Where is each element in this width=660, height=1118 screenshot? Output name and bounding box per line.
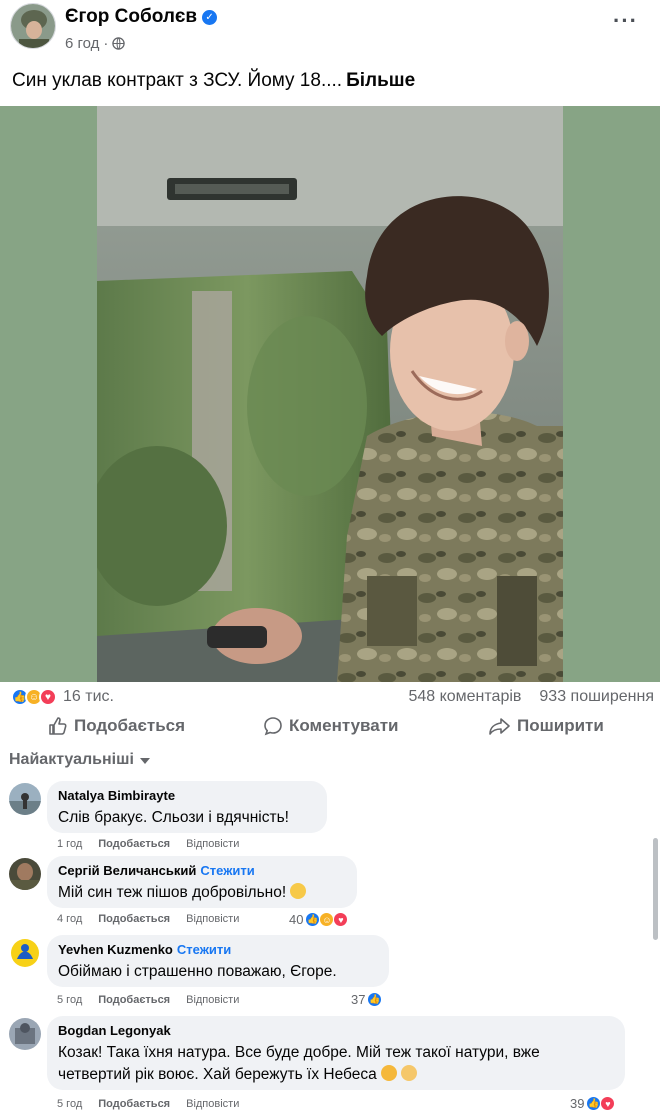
comment-like-link[interactable]: Подобається bbox=[98, 994, 170, 1006]
comment-text: Слів бракує. Сльози і вдячність! bbox=[58, 809, 289, 826]
commenter-avatar[interactable] bbox=[9, 858, 41, 890]
commenter-avatar[interactable] bbox=[9, 937, 41, 969]
comment-time[interactable]: 5 год bbox=[57, 994, 82, 1006]
comment-bubble: Yevhen Kuzmenko Стежити Обіймаю і страшен… bbox=[47, 935, 389, 987]
thumbs-up-icon bbox=[49, 717, 67, 735]
post-time[interactable]: 6 год bbox=[65, 35, 99, 52]
commenter-name-text[interactable]: Natalya Bimbirayte bbox=[58, 788, 175, 803]
commenter-name[interactable]: Сергій Величанський Стежити bbox=[58, 863, 346, 878]
victory-hand-emoji-icon bbox=[400, 1065, 417, 1081]
comment-sort-dropdown[interactable]: Найактуальніші bbox=[9, 751, 150, 769]
comment-text: Обіймаю і страшенно поважаю, Єгоре. bbox=[58, 963, 337, 980]
comment-like-link[interactable]: Подобається bbox=[98, 913, 170, 925]
comment-button-label: Коментувати bbox=[289, 716, 399, 735]
shares-count[interactable]: 933 поширення bbox=[539, 688, 654, 706]
comment-time[interactable]: 1 год bbox=[57, 838, 82, 850]
comment-meta: 5 год Подобається Відповісти bbox=[57, 994, 239, 1006]
stats-right: 548 коментарів 933 поширення bbox=[408, 688, 654, 706]
comment-meta: 1 год Подобається Відповісти bbox=[57, 838, 239, 850]
comment-reply-link[interactable]: Відповісти bbox=[186, 838, 239, 850]
comment-reply-link[interactable]: Відповісти bbox=[186, 994, 239, 1006]
love-reaction-icon: ♥ bbox=[333, 912, 349, 927]
commenter-name-text[interactable]: Yevhen Kuzmenko bbox=[58, 942, 173, 957]
see-more-link[interactable]: Більше bbox=[346, 70, 415, 91]
commenter-name[interactable]: Yevhen Kuzmenko Стежити bbox=[58, 942, 378, 957]
post-photo[interactable] bbox=[97, 106, 563, 682]
comment-reaction-count: 39 bbox=[570, 1096, 585, 1111]
comment-bubble: Natalya Bimbirayte Слів бракує. Сльози і… bbox=[47, 781, 327, 833]
post-photo-frame[interactable] bbox=[0, 106, 660, 682]
comment-reactions[interactable]: 37 👍 bbox=[351, 992, 383, 1007]
reaction-summary[interactable]: 👍 ☺ ♥ 16 тис. bbox=[11, 688, 114, 706]
comment-bubble-icon bbox=[264, 717, 282, 736]
post-actions: Подобається Коментувати Поширити bbox=[0, 713, 660, 743]
comment-meta: 5 год Подобається Відповісти bbox=[57, 1098, 239, 1110]
post-meta: 6 год · bbox=[65, 35, 126, 52]
comment-like-link[interactable]: Подобається bbox=[98, 1098, 170, 1110]
author-avatar[interactable] bbox=[10, 3, 56, 49]
post-text-body: Син уклав контракт з ЗСУ. Йому 18.... bbox=[12, 70, 343, 91]
care-reaction-icon: ☺ bbox=[319, 912, 335, 927]
comment-text: Мій син теж пішов добровільно! bbox=[58, 882, 346, 904]
comment-button[interactable]: Коментувати bbox=[263, 716, 399, 736]
comment-like-link[interactable]: Подобається bbox=[98, 838, 170, 850]
comment-reply-link[interactable]: Відповісти bbox=[186, 913, 239, 925]
comment-time[interactable]: 4 год bbox=[57, 913, 82, 925]
comment-reactions[interactable]: 39 👍 ♥ bbox=[570, 1096, 616, 1111]
verified-badge-icon: ✓ bbox=[202, 10, 218, 25]
comment-time[interactable]: 5 год bbox=[57, 1098, 82, 1110]
caret-down-icon bbox=[139, 758, 150, 764]
scrollbar[interactable] bbox=[653, 838, 658, 940]
love-reaction-icon: ♥ bbox=[600, 1096, 616, 1111]
like-button-label: Подобається bbox=[74, 716, 186, 735]
comment-bubble: Сергій Величанський Стежити Мій син теж п… bbox=[47, 856, 357, 908]
comment-reaction-count: 40 bbox=[289, 912, 304, 927]
author-name[interactable]: Єгор Соболєв ✓ bbox=[65, 6, 218, 28]
commenter-name[interactable]: Natalya Bimbirayte bbox=[58, 788, 316, 803]
commenter-name-text[interactable]: Сергій Величанський bbox=[58, 863, 196, 878]
comments-count[interactable]: 548 коментарів bbox=[408, 688, 521, 706]
comment-reactions[interactable]: 40 👍 ☺ ♥ bbox=[289, 912, 349, 927]
post-stats: 👍 ☺ ♥ 16 тис. 548 коментарів 933 поширен… bbox=[0, 685, 660, 711]
meta-separator: · bbox=[103, 35, 109, 52]
commenter-avatar[interactable] bbox=[9, 783, 41, 815]
share-button-label: Поширити bbox=[517, 716, 604, 735]
comment-meta: 4 год Подобається Відповісти bbox=[57, 913, 239, 925]
emoji-icon bbox=[290, 883, 307, 899]
post-header: Єгор Соболєв ✓ 6 год · ··· bbox=[0, 0, 660, 62]
commenter-name[interactable]: Bogdan Legonyak bbox=[58, 1023, 614, 1038]
like-button[interactable]: Подобається bbox=[48, 716, 185, 736]
commenter-avatar[interactable] bbox=[9, 1018, 41, 1050]
globe-icon bbox=[112, 37, 126, 50]
reactions-count[interactable]: 16 тис. bbox=[63, 688, 114, 706]
commenter-name-text[interactable]: Bogdan Legonyak bbox=[58, 1023, 171, 1038]
like-reaction-icon: 👍 bbox=[586, 1096, 602, 1111]
share-button[interactable]: Поширити bbox=[489, 716, 604, 736]
follow-link[interactable]: Стежити bbox=[200, 863, 254, 878]
comment-reply-link[interactable]: Відповісти bbox=[186, 1098, 239, 1110]
comment-text: Козак! Така їхня натура. Все буде добре.… bbox=[58, 1042, 614, 1086]
follow-link[interactable]: Стежити bbox=[177, 942, 231, 957]
share-arrow-icon bbox=[489, 718, 510, 735]
comment-bubble: Bogdan Legonyak Козак! Така їхня натура.… bbox=[47, 1016, 625, 1090]
comment-text-body: Мій син теж пішов добровільно! bbox=[58, 884, 287, 901]
love-reaction-icon: ♥ bbox=[39, 688, 57, 706]
comment-sort-label: Найактуальніші bbox=[9, 751, 134, 768]
author-name-text[interactable]: Єгор Соболєв bbox=[65, 6, 197, 27]
post-text: Син уклав контракт з ЗСУ. Йому 18.... Біл… bbox=[12, 70, 415, 92]
more-options-icon[interactable]: ··· bbox=[613, 8, 638, 34]
like-reaction-icon: 👍 bbox=[367, 992, 383, 1007]
flexed-bicep-emoji-icon bbox=[380, 1065, 397, 1081]
comment-reaction-count: 37 bbox=[351, 992, 366, 1007]
comment-text-line: четвертий рік воює. Хай бережуть їх Небе… bbox=[58, 1066, 377, 1083]
like-reaction-icon: 👍 bbox=[305, 912, 321, 927]
comment-text-line: Козак! Така їхня натура. Все буде добре.… bbox=[58, 1044, 540, 1061]
